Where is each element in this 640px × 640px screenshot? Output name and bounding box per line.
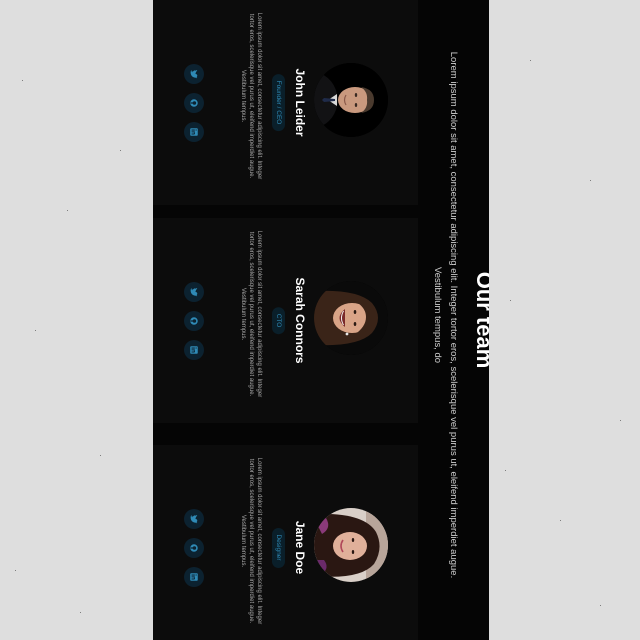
twitter-link[interactable]: [184, 63, 204, 84]
avatar-photo: [314, 508, 388, 582]
noise-speck: [80, 612, 81, 613]
github-link[interactable]: [184, 537, 204, 558]
avatar: [314, 63, 388, 137]
social-links: [184, 445, 204, 640]
noise-speck: [560, 520, 561, 521]
github-link[interactable]: [184, 92, 204, 113]
noise-speck: [67, 210, 68, 211]
noise-speck: [120, 150, 121, 151]
noise-speck: [620, 420, 621, 421]
member-role-badge: Founder / CEO: [272, 73, 285, 132]
linkedin-icon: [190, 127, 198, 136]
twitter-link[interactable]: [184, 281, 204, 302]
twitter-icon: [190, 69, 198, 79]
noise-speck: [505, 470, 506, 471]
twitter-link[interactable]: [184, 508, 204, 529]
linkedin-icon: [190, 345, 198, 354]
member-name: John Leider: [293, 68, 307, 137]
member-role-badge: CTO: [272, 306, 285, 335]
social-links: [184, 218, 204, 423]
section-title: Our team: [472, 271, 489, 369]
member-name: Sarah Connors: [293, 277, 307, 364]
github-icon: [190, 316, 198, 325]
member-bio: Lorem ipsum dolor sit amet, consectetur …: [240, 457, 262, 625]
linkedin-link[interactable]: [184, 566, 204, 587]
github-link[interactable]: [184, 310, 204, 331]
section-subtitle: Lorem ipsum dolor sit amet, consectetur …: [432, 51, 459, 579]
member-name: Jane Doe: [293, 520, 307, 575]
team-section-content: Our team Lorem ipsum dolor sit amet, con…: [153, 0, 489, 640]
team-section: Our team Lorem ipsum dolor sit amet, con…: [153, 0, 489, 640]
linkedin-link[interactable]: [184, 121, 204, 142]
linkedin-link[interactable]: [184, 339, 204, 360]
twitter-icon: [190, 287, 198, 297]
member-role-badge: Designer: [272, 527, 285, 568]
noise-speck: [15, 570, 16, 571]
team-card-john-leider: John Leider Founder / CEO Lorem ipsum do…: [153, 0, 418, 205]
social-links: [184, 0, 204, 205]
noise-speck: [530, 60, 531, 61]
noise-speck: [22, 80, 23, 81]
member-bio: Lorem ipsum dolor sit amet, consectetur …: [240, 12, 262, 180]
noise-speck: [100, 455, 101, 456]
noise-speck: [510, 300, 511, 301]
member-bio: Lorem ipsum dolor sit amet, consectetur …: [240, 230, 262, 398]
twitter-icon: [190, 514, 198, 524]
noise-speck: [35, 330, 36, 331]
linkedin-icon: [190, 572, 198, 581]
avatar-photo: [314, 63, 388, 137]
github-icon: [190, 98, 198, 107]
team-card-sarah-connors: Sarah Connors CTO Lorem ipsum dolor sit …: [153, 218, 418, 423]
team-card-jane-doe: Jane Doe Designer Lorem ipsum dolor sit …: [153, 445, 418, 640]
avatar: [314, 281, 388, 355]
noise-speck: [600, 605, 601, 606]
avatar-photo: [314, 281, 388, 355]
noise-speck: [590, 180, 591, 181]
avatar: [314, 508, 388, 582]
github-icon: [190, 543, 198, 552]
